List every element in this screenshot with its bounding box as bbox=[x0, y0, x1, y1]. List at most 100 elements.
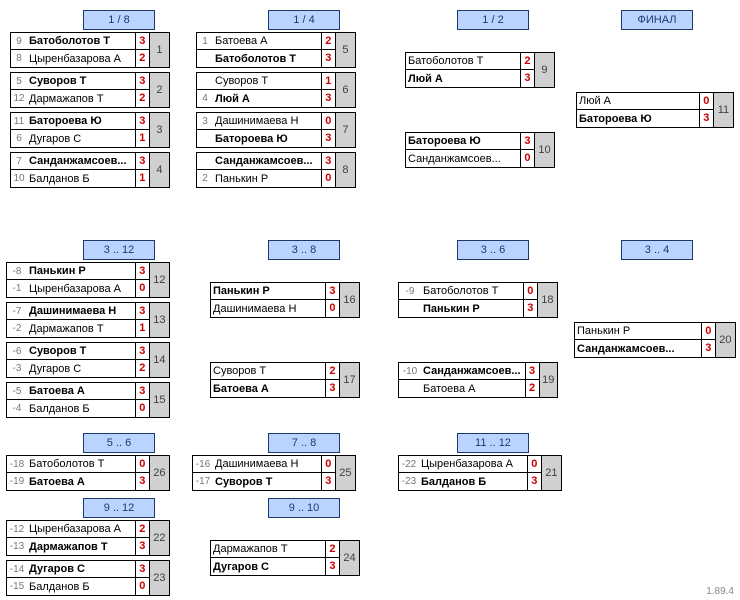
player-score: 2 bbox=[135, 50, 149, 67]
match-row: 8Цыренбазарова А2 bbox=[11, 50, 149, 67]
player-score: 3 bbox=[325, 558, 339, 575]
match-row: Дугаров С3 bbox=[211, 558, 339, 575]
seed: 1 bbox=[197, 36, 213, 47]
match-row: -19Батоева А3 bbox=[7, 473, 149, 490]
match-id: 19 bbox=[539, 363, 557, 397]
match-row: Батоева А3 bbox=[211, 380, 339, 397]
match-id: 4 bbox=[149, 153, 169, 187]
match-row: -6Суворов Т3 bbox=[7, 343, 149, 360]
match-id: 16 bbox=[339, 283, 359, 317]
stage-label: 9 .. 12 bbox=[83, 498, 155, 518]
match: -6Суворов Т3-3Дугаров С214 bbox=[6, 342, 170, 378]
seed: 4 bbox=[197, 93, 213, 104]
player-name: Дармажапов Т bbox=[27, 323, 135, 335]
stage-label: 7 .. 8 bbox=[268, 433, 340, 453]
player-name: Батоева А bbox=[421, 383, 525, 395]
seed: -7 bbox=[7, 306, 27, 317]
match-row: Суворов Т1 bbox=[197, 73, 335, 90]
match-row: Батоева А2 bbox=[399, 380, 539, 397]
player-name: Батороева Ю bbox=[406, 135, 520, 147]
match: -5Батоева А3-4Балданов Б015 bbox=[6, 382, 170, 418]
seed: -3 bbox=[7, 363, 27, 374]
player-name: Батоева А bbox=[211, 383, 325, 395]
match-row: 4Люй А3 bbox=[197, 90, 335, 107]
player-name: Люй А bbox=[213, 93, 321, 105]
player-name: Батоева А bbox=[213, 35, 321, 47]
player-score: 0 bbox=[699, 93, 713, 109]
match-row: -14Дугаров С3 bbox=[7, 561, 149, 578]
seed: -18 bbox=[7, 459, 27, 470]
stage-label: 11 .. 12 bbox=[457, 433, 529, 453]
seed: -10 bbox=[399, 366, 421, 377]
player-score: 3 bbox=[135, 113, 149, 129]
seed: -17 bbox=[193, 476, 213, 487]
match: -9Батоболотов Т0Панькин Р318 bbox=[398, 282, 558, 318]
match-row: 11Батороева Ю3 bbox=[11, 113, 149, 130]
match-id: 13 bbox=[149, 303, 169, 337]
seed: 2 bbox=[197, 173, 213, 184]
player-score: 1 bbox=[135, 170, 149, 187]
match-id: 6 bbox=[335, 73, 355, 107]
stage-label: 3 .. 4 bbox=[621, 240, 693, 260]
match-row: -10Санданжамсоев...3 bbox=[399, 363, 539, 380]
player-name: Цыренбазарова А bbox=[27, 53, 135, 65]
player-name: Санданжамсоев... bbox=[27, 155, 135, 167]
player-name: Дугаров С bbox=[27, 133, 135, 145]
player-score: 3 bbox=[520, 133, 534, 149]
player-score: 2 bbox=[520, 53, 534, 69]
player-score: 3 bbox=[701, 340, 715, 357]
match: 5Суворов Т312Дармажапов Т22 bbox=[10, 72, 170, 108]
match: 7Санданжамсоев...310Балданов Б14 bbox=[10, 152, 170, 188]
match-row: -22Цыренбазарова А0 bbox=[399, 456, 541, 473]
player-score: 3 bbox=[135, 473, 149, 490]
version-label: 1.89.4 bbox=[706, 586, 734, 597]
seed: -9 bbox=[399, 286, 421, 297]
player-name: Дугаров С bbox=[211, 561, 325, 573]
player-score: 3 bbox=[321, 50, 335, 67]
stage-label: 3 .. 8 bbox=[268, 240, 340, 260]
match-row: Батороева Ю3 bbox=[577, 110, 713, 127]
match-id: 25 bbox=[335, 456, 355, 490]
match-row: 3Дашинимаева Н0 bbox=[197, 113, 335, 130]
player-name: Суворов Т bbox=[211, 365, 325, 377]
match-row: Панькин Р3 bbox=[399, 300, 537, 317]
seed: -13 bbox=[7, 541, 27, 552]
match-id: 26 bbox=[149, 456, 169, 490]
match: -10Санданжамсоев...3Батоева А219 bbox=[398, 362, 558, 398]
player-score: 3 bbox=[135, 153, 149, 169]
match: Батоболотов Т2Люй А39 bbox=[405, 52, 555, 88]
seed: -1 bbox=[7, 283, 27, 294]
match-row: -16Дашинимаева Н0 bbox=[193, 456, 335, 473]
player-name: Дугаров С bbox=[27, 563, 135, 575]
match-id: 14 bbox=[149, 343, 169, 377]
match-id: 2 bbox=[149, 73, 169, 107]
player-score: 1 bbox=[321, 73, 335, 89]
match-id: 15 bbox=[149, 383, 169, 417]
match-row: -15Балданов Б0 bbox=[7, 578, 149, 595]
seed: 9 bbox=[11, 36, 27, 47]
match-id: 7 bbox=[335, 113, 355, 147]
match-id: 22 bbox=[149, 521, 169, 555]
seed: -8 bbox=[7, 266, 27, 277]
player-name: Батоева А bbox=[27, 385, 135, 397]
seed: -19 bbox=[7, 476, 27, 487]
player-name: Батороева Ю bbox=[27, 115, 135, 127]
seed: 5 bbox=[11, 76, 27, 87]
match-id: 5 bbox=[335, 33, 355, 67]
player-score: 3 bbox=[321, 130, 335, 147]
player-score: 3 bbox=[325, 283, 339, 299]
match-row: Люй А3 bbox=[406, 70, 534, 87]
player-name: Цыренбазарова А bbox=[419, 458, 527, 470]
player-score: 3 bbox=[325, 380, 339, 397]
player-name: Дармажапов Т bbox=[27, 93, 135, 105]
player-score: 3 bbox=[523, 300, 537, 317]
seed: 8 bbox=[11, 53, 27, 64]
match-row: 7Санданжамсоев...3 bbox=[11, 153, 149, 170]
match-id: 21 bbox=[541, 456, 561, 490]
seed: -2 bbox=[7, 323, 27, 334]
player-name: Суворов Т bbox=[27, 345, 135, 357]
player-name: Дугаров С bbox=[27, 363, 135, 375]
player-name: Панькин Р bbox=[27, 265, 135, 277]
player-name: Санданжамсоев... bbox=[421, 365, 525, 377]
match-row: Дашинимаева Н0 bbox=[211, 300, 339, 317]
